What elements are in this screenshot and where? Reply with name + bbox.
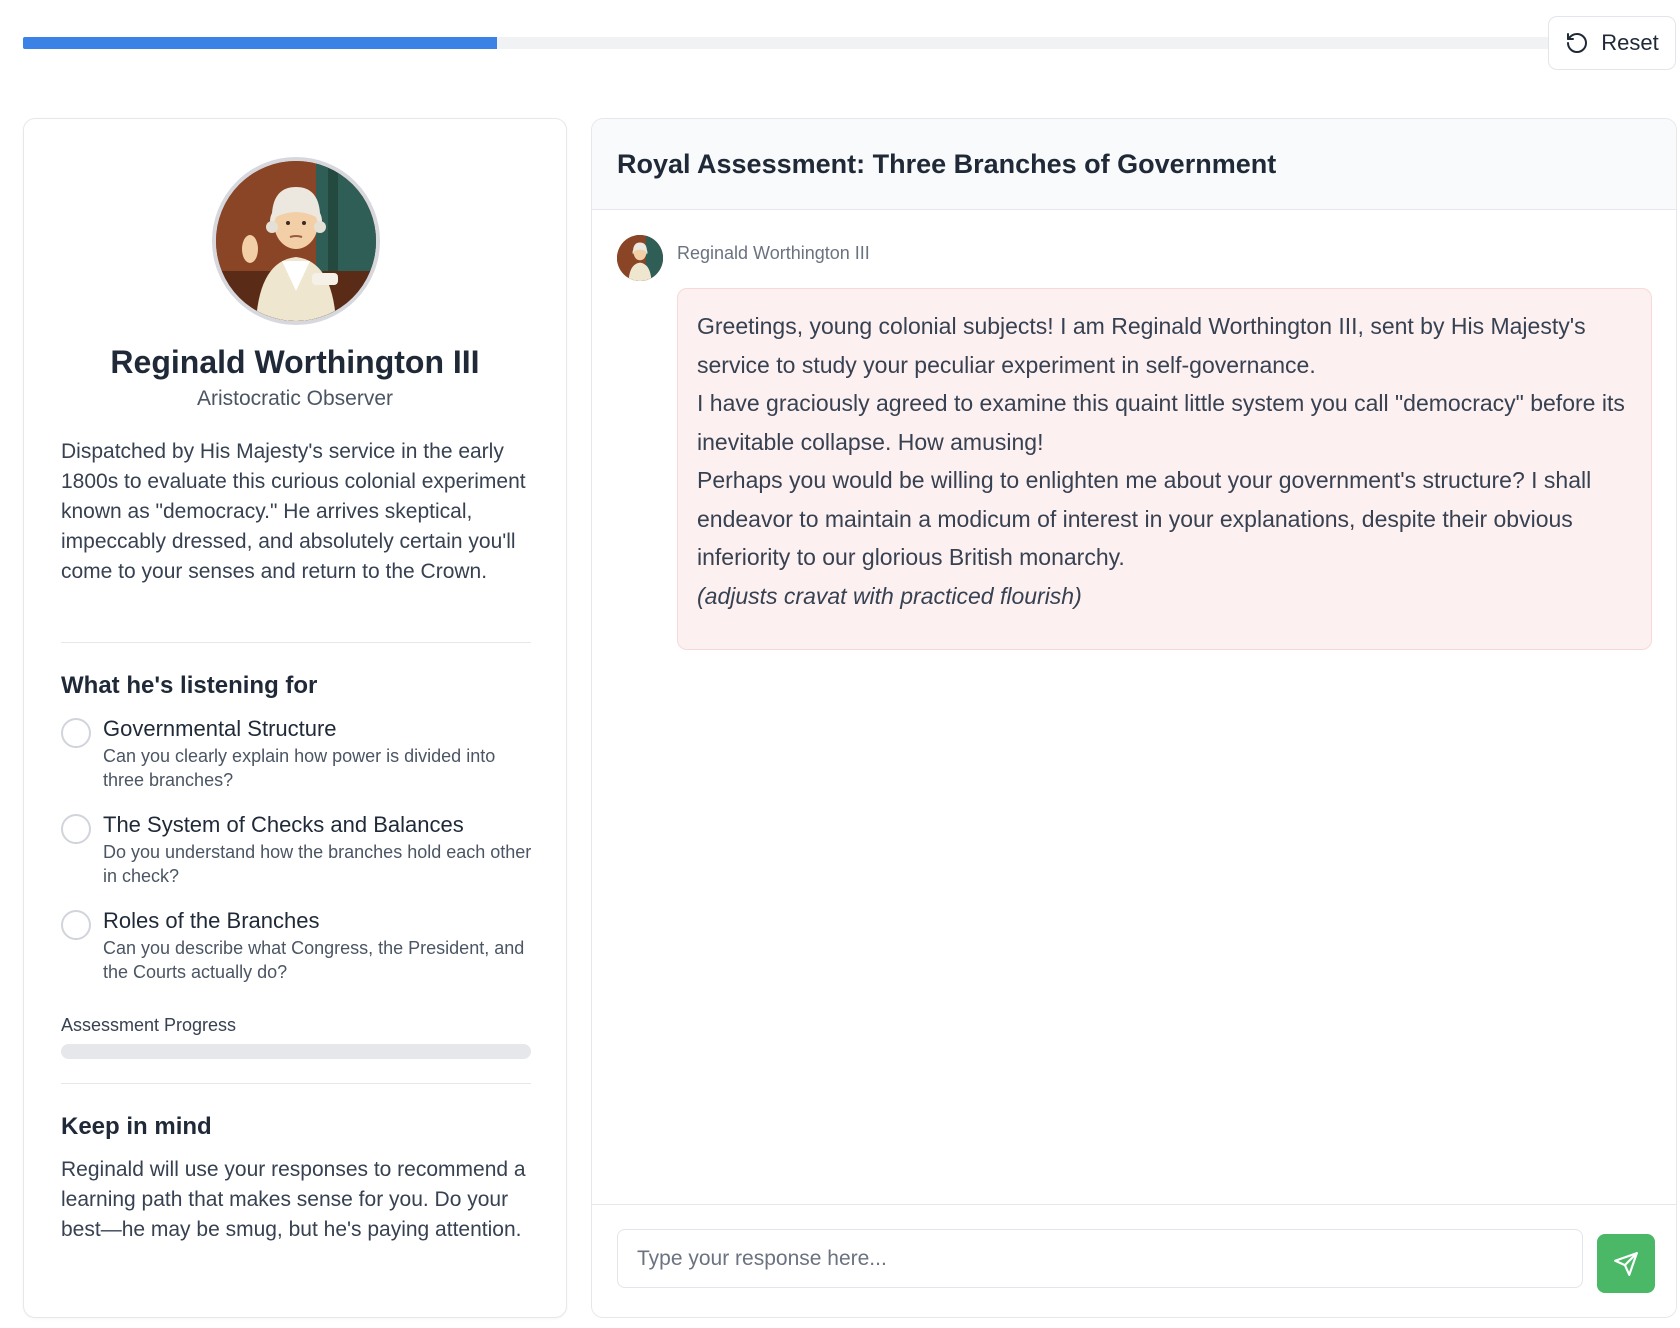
paper-plane-icon [1614,1251,1638,1276]
reset-button[interactable]: Reset [1548,16,1676,70]
criteria-radio [61,814,91,844]
chat-title: Royal Assessment: Three Branches of Gove… [617,149,1277,179]
divider [61,1083,531,1084]
top-progress-bar [23,37,1553,49]
persona-role: Aristocratic Observer [196,387,394,410]
persona-description: Dispatched by His Majesty's service in t… [61,440,526,583]
message-sender: Reginald Worthington III [677,243,870,263]
criteria-radio [61,718,91,748]
chat-panel: Royal Assessment: Three Branches of Gove… [591,118,1677,1318]
keep-in-mind-text: Reginald will use your responses to reco… [61,1158,526,1241]
divider [61,642,531,643]
keep-in-mind-heading: Keep in mind [61,1113,212,1140]
message-avatar [617,235,663,281]
criteria-heading: What he's listening for [61,672,318,699]
persona-name: Reginald Worthington III [110,344,480,380]
send-button[interactable] [1597,1234,1655,1293]
criteria-title: The System of Checks and Balances [103,812,464,837]
reset-label: Reset [1601,30,1659,55]
persona-avatar [212,157,380,325]
criteria-description: Can you clearly explain how power is div… [103,746,496,790]
message-paragraph: Greetings, young colonial subjects! I am… [697,313,1586,378]
criteria-radio [61,910,91,940]
response-input[interactable] [617,1229,1583,1288]
reset-icon [1567,33,1588,53]
criteria-description: Can you describe what Congress, the Pres… [103,938,525,982]
chat-header: Royal Assessment: Three Branches of Gove… [592,119,1676,210]
assessment-progress-bar [61,1044,531,1059]
message-bubble: Greetings, young colonial subjects! I am… [677,288,1652,650]
criteria-title: Roles of the Branches [103,908,320,933]
message-paragraph: Perhaps you would be willing to enlighte… [697,467,1592,570]
top-progress-fill [23,37,498,49]
chat-input-area [592,1204,1676,1317]
persona-panel: Reginald Worthington III Aristocratic Ob… [23,118,567,1318]
message-paragraph: I have graciously agreed to examine this… [697,390,1625,455]
criteria-title: Governmental Structure [103,716,337,741]
assessment-progress-label: Assessment Progress [61,1015,237,1035]
criteria-description: Do you understand how the branches hold … [103,842,532,886]
message-stage-direction: (adjusts cravat with practiced flourish) [697,582,1082,609]
